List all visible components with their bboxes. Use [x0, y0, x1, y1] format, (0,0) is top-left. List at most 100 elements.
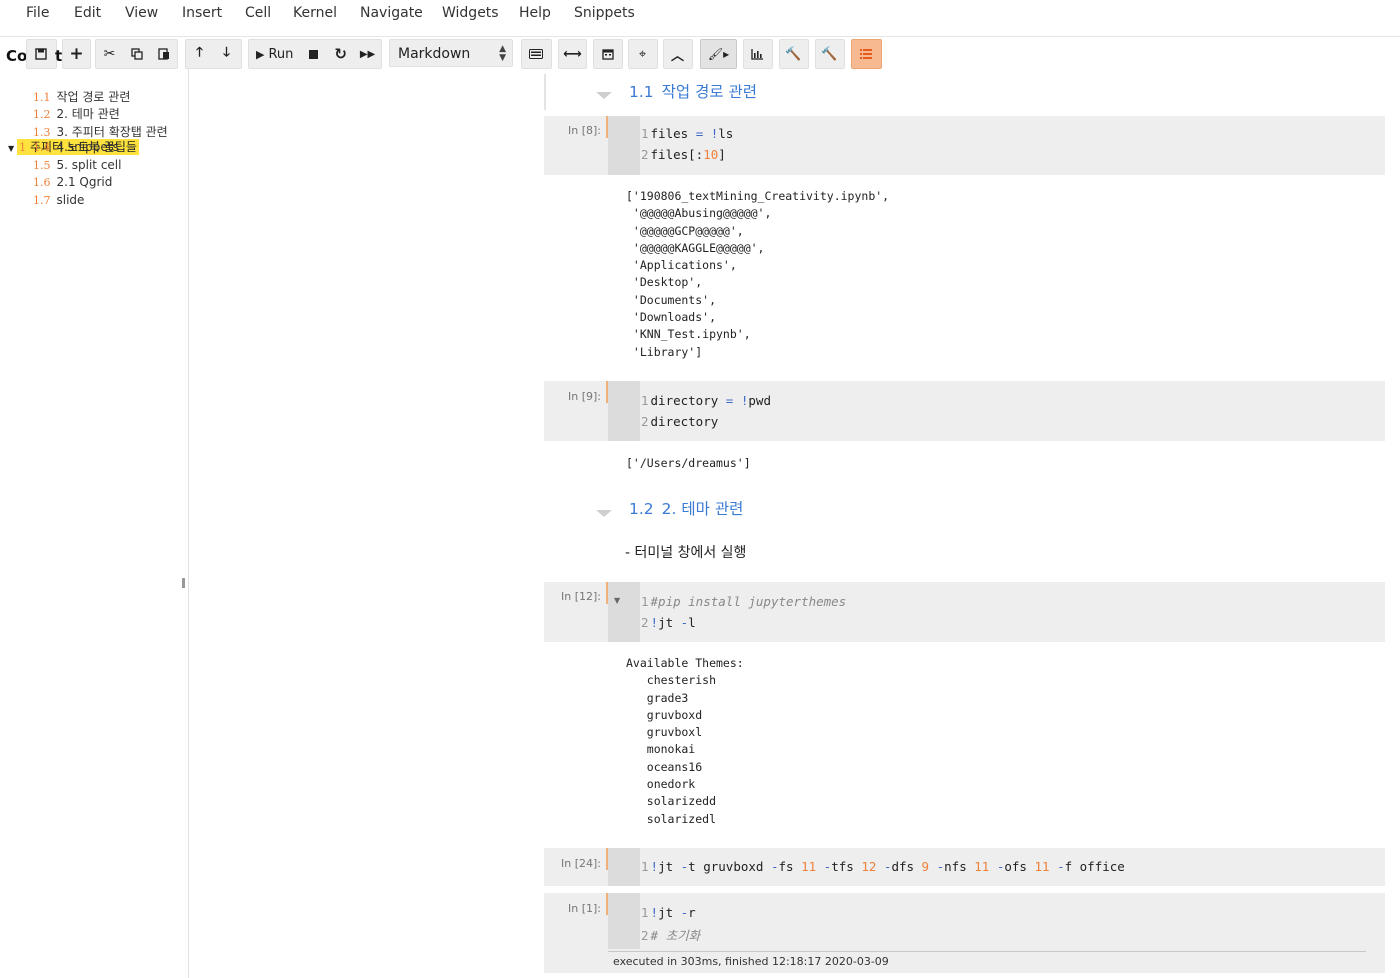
insert-cell-button[interactable]: +: [63, 40, 90, 68]
restart-button[interactable]: ↻: [327, 40, 354, 68]
sidebar-resize-handle[interactable]: [182, 578, 185, 588]
line-number: 1: [641, 594, 649, 609]
plus-icon: +: [69, 44, 84, 64]
code-token: 11: [974, 859, 990, 874]
run-all-button[interactable]: ▶▶: [354, 40, 381, 68]
chart-button[interactable]: [744, 40, 771, 68]
cell-type-value: Markdown: [398, 46, 471, 62]
hammer-button-a[interactable]: 🔨: [780, 40, 807, 68]
paste-button[interactable]: [150, 40, 177, 68]
toc-item-6[interactable]: 1.6 2.1 Qgrid: [33, 175, 112, 189]
code-token: dfs: [891, 859, 922, 874]
toc-item-number: 1.7: [33, 194, 51, 207]
exec-divider: [608, 951, 1366, 952]
code-token: directory: [650, 393, 726, 408]
code-token: -: [770, 859, 779, 874]
toc-item-2[interactable]: 1.2 2. 테마 관련: [33, 105, 120, 122]
menu-insert[interactable]: Insert: [182, 5, 222, 21]
code-token: -: [936, 859, 945, 874]
code-line[interactable]: 2 !jt -l: [641, 615, 696, 630]
markdown-heading-1-1[interactable]: 1.1 작업 경로 관련: [629, 80, 757, 102]
code-token: jt: [658, 859, 681, 874]
menu-help[interactable]: Help: [519, 5, 551, 21]
save-icon: [34, 48, 47, 60]
toc-item-1[interactable]: 1.1 작업 경로 관련: [33, 88, 130, 105]
menu-cell[interactable]: Cell: [245, 5, 271, 21]
menu-widgets[interactable]: Widgets: [442, 5, 499, 21]
split-cell-button[interactable]: ⟷: [559, 40, 586, 68]
code-line[interactable]: 2 files[:10]: [641, 147, 726, 162]
code-cell-2[interactable]: [544, 381, 1385, 441]
code-cell-1[interactable]: [544, 116, 1385, 175]
code-token: 11: [801, 859, 817, 874]
code-cell-3[interactable]: [544, 582, 1385, 642]
toc-item-label: 5. split cell: [56, 158, 122, 172]
code-line[interactable]: 1 !jt -r: [641, 905, 696, 920]
toc-item-number: 1.6: [33, 176, 51, 189]
line-number: 2: [641, 928, 649, 943]
menu-kernel[interactable]: Kernel: [293, 5, 337, 21]
copy-icon: [130, 48, 143, 60]
fast-forward-icon: ▶▶: [359, 48, 376, 60]
toolbar-group-hammer-a: 🔨: [779, 39, 809, 69]
code-token: files[:: [650, 147, 704, 162]
menu-snippets[interactable]: Snippets: [574, 5, 635, 21]
markdown-text[interactable]: - 터미널 창에서 실행: [625, 542, 746, 562]
code-line[interactable]: 1 directory = !pwd: [641, 393, 771, 408]
collapse-button[interactable]: ︿: [664, 40, 691, 68]
toc-item-7[interactable]: 1.7 slide: [33, 193, 84, 207]
locate-button[interactable]: ⌖: [629, 40, 656, 68]
move-up-button[interactable]: 🡑: [186, 40, 213, 68]
horizontal-arrows-icon: ⟷: [563, 46, 582, 62]
toc-item-5[interactable]: 1.5 5. split cell: [33, 158, 121, 172]
code-token: #pip install jupyterthemes: [650, 594, 847, 609]
menu-navigate[interactable]: Navigate: [360, 5, 423, 21]
save-button[interactable]: [27, 40, 54, 68]
menu-file[interactable]: File: [26, 5, 49, 21]
hammer-button-b[interactable]: 🔨: [816, 40, 843, 68]
code-line[interactable]: 1 #pip install jupyterthemes: [641, 594, 846, 609]
input-prompt: In [8]:: [568, 124, 601, 137]
move-down-button[interactable]: 🡓: [213, 40, 240, 68]
menu-view[interactable]: View: [125, 5, 158, 21]
input-prompt: In [12]:: [561, 590, 601, 603]
cell-output: ['190806_textMining_Creativity.ipynb', '…: [626, 189, 890, 359]
fold-arrow-icon[interactable]: ▼: [614, 596, 620, 605]
markdown-heading-1-2[interactable]: 1.2 2. 테마 관련: [629, 497, 743, 519]
code-token: r: [688, 905, 696, 920]
datestamp-button[interactable]: [594, 40, 621, 68]
interrupt-button[interactable]: [300, 40, 327, 68]
code-line[interactable]: 2 # 초기화: [641, 925, 700, 944]
code-token: pwd: [748, 393, 771, 408]
code-token: 11: [1034, 859, 1050, 874]
toc-collapse-icon[interactable]: ▼: [8, 144, 14, 153]
menu-edit[interactable]: Edit: [74, 5, 101, 21]
code-line[interactable]: 2 directory: [641, 414, 718, 429]
toc-toggle-button[interactable]: [852, 40, 879, 68]
copy-button[interactable]: [123, 40, 150, 68]
list-icon: [859, 49, 872, 59]
cell-type-select[interactable]: Markdown ▲ ▼: [389, 39, 513, 67]
code-token: 10: [703, 147, 719, 162]
select-arrows-icon: ▲ ▼: [499, 44, 506, 63]
execution-time-note: executed in 303ms, finished 12:18:17 202…: [613, 955, 889, 968]
run-button[interactable]: ▶ Run: [249, 40, 300, 68]
toc-item-number: 1.4: [33, 141, 51, 154]
line-number: 1: [641, 859, 649, 874]
restart-icon: ↻: [334, 45, 347, 63]
toc-top-number: 1: [19, 141, 27, 154]
toc-item-3[interactable]: 1.3 3. 주피터 확장탭 관련: [33, 123, 168, 140]
toolbar-group-datestamp: [593, 39, 623, 69]
collapse-heading-icon[interactable]: [596, 510, 612, 517]
collapse-heading-icon[interactable]: [596, 92, 612, 99]
code-line[interactable]: 1 files = !ls: [641, 126, 733, 141]
cut-button[interactable]: ✂: [96, 40, 123, 68]
code-line[interactable]: 1 !jt -t gruvboxd -fs 11 -tfs 12 -dfs 9 -…: [641, 859, 1125, 874]
code-token: ofs: [1004, 859, 1035, 874]
highlighter-button[interactable]: 🖌▸: [701, 40, 736, 68]
toc-item-4[interactable]: 1.4 4.snippets: [33, 140, 119, 154]
code-token: nfs: [944, 859, 975, 874]
code-token: 9: [921, 859, 930, 874]
command-palette-button[interactable]: [522, 40, 549, 68]
